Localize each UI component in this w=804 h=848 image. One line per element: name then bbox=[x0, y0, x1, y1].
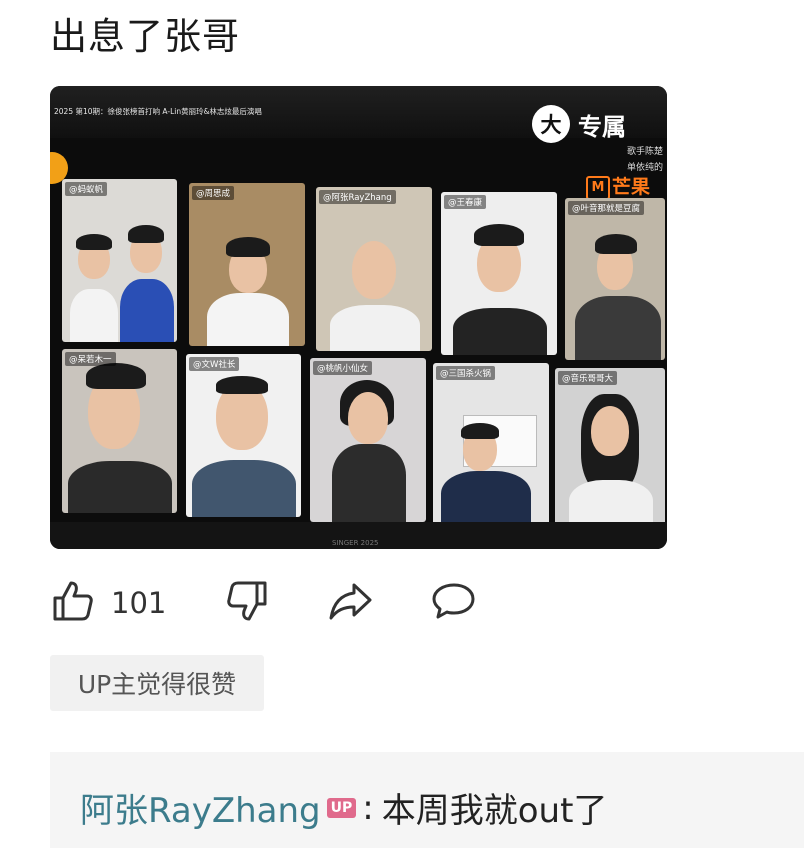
screen-footer-text: SINGER 2025 bbox=[332, 539, 379, 547]
video-tile: @王春康 bbox=[441, 192, 557, 355]
video-tile: @叶音那就是豆腐 bbox=[565, 198, 665, 360]
share-button[interactable] bbox=[327, 578, 375, 628]
badge-text: 专属 bbox=[578, 112, 626, 141]
brand-mark-icon: M bbox=[586, 175, 610, 200]
video-tile: @桃帆小仙女 bbox=[310, 358, 426, 522]
post-image[interactable]: 2025 第10期：徐俊张榜首打响 A-Lin黄丽玲&林志炫最后演唱 大 专属 … bbox=[50, 86, 667, 549]
video-tile: @三国杀火锅 bbox=[433, 363, 549, 526]
video-tile: @周思成 bbox=[189, 183, 305, 346]
badge-circle-icon: 大 bbox=[532, 105, 570, 143]
reply-preview[interactable]: 阿张RayZhang UP : 本周我就out了 bbox=[50, 752, 804, 848]
exclusive-badge: 大 专属 bbox=[532, 104, 626, 144]
up-liked-chip: UP主觉得很赞 bbox=[50, 655, 264, 711]
action-bar: 101 bbox=[50, 578, 500, 628]
thumbs-down-icon bbox=[227, 581, 267, 621]
like-count: 101 bbox=[111, 586, 167, 620]
up-badge: UP bbox=[326, 797, 357, 818]
thumbs-up-icon bbox=[53, 581, 93, 621]
share-icon bbox=[329, 583, 372, 620]
side-note-1: 歌手陈楚 bbox=[627, 147, 664, 157]
post-title: 出息了张哥 bbox=[50, 15, 240, 58]
video-tile: @呆若木一 bbox=[62, 349, 177, 513]
brand-logo: M 芒果 bbox=[586, 172, 650, 200]
reply-separator: : bbox=[362, 787, 374, 828]
reply-text: 本周我就out了 bbox=[381, 791, 608, 831]
dislike-button[interactable] bbox=[224, 578, 270, 628]
video-tile: @蚂蚁帆 bbox=[62, 179, 177, 342]
screen-caption: 2025 第10期：徐俊张榜首打响 A-Lin黄丽玲&林志炫最后演唱 bbox=[54, 107, 262, 116]
like-button[interactable] bbox=[50, 578, 96, 628]
comment-icon bbox=[432, 583, 475, 619]
comment-button[interactable] bbox=[430, 578, 478, 628]
video-tile: @音乐哥哥大 bbox=[555, 368, 665, 530]
reply-author[interactable]: 阿张RayZhang bbox=[80, 783, 321, 832]
brand-text: 芒果 bbox=[612, 176, 651, 198]
video-tile: @文W社长 bbox=[186, 354, 301, 517]
video-tile: @阿张RayZhang bbox=[316, 187, 432, 351]
